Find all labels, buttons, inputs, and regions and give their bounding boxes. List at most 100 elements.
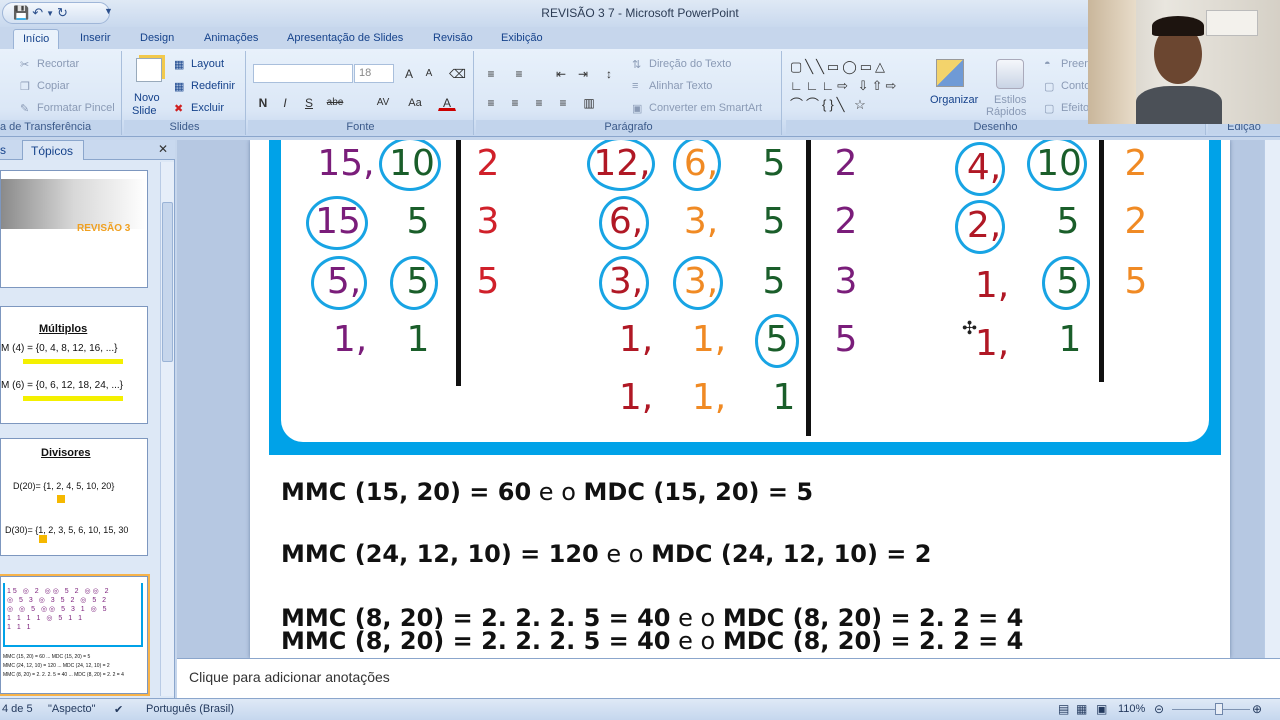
shape-outline-label: Conto [1061, 80, 1091, 92]
slide-sorter-icon[interactable]: ▦ [1076, 702, 1087, 716]
copy-button[interactable]: ❐ Copiar [20, 80, 69, 94]
numbering-icon[interactable]: ≡ [510, 64, 528, 82]
quick-styles-button-2[interactable]: Rápidos [986, 106, 1026, 118]
shape-outline-button[interactable]: ▢ Conto [1044, 80, 1091, 93]
bullets-icon[interactable]: ≡ [482, 64, 500, 82]
new-slide-dropdown[interactable]: Slide [132, 105, 156, 117]
slide-thumbnail-2[interactable]: Múltiplos M (4) = {0, 4, 8, 12, 16, ...}… [0, 306, 148, 424]
slide-thumbnail-4[interactable]: 15 ◎ 2 ◎◎ 5 2 ◎◎ 2 ◎ 5 3 ◎ 3 5 2 ◎ 5 2 ◎ ◎… [0, 574, 150, 696]
slide-canvas: 15, 10 15 5 5, 5 1, 1 2 3 5 12, 6, 5 6, … [250, 140, 1230, 658]
clear-format-icon[interactable]: ⌫ [448, 64, 466, 82]
copy-icon: ❐ [20, 81, 30, 94]
slides-pane-scroll-thumb[interactable] [162, 202, 173, 362]
close-pane-icon[interactable]: ✕ [158, 142, 168, 156]
decrease-indent-icon[interactable]: ⇤ [552, 64, 570, 82]
slide-thumbnail-3[interactable]: Divisores D(20)= {1, 2, 4, 5, 10, 20} D(… [0, 438, 148, 556]
align-left-icon[interactable]: ≡ [482, 93, 500, 111]
align-center-icon[interactable]: ≡ [506, 93, 524, 111]
thumb-4-eqs: MMC (15, 20) = 60 ... MDC (15, 20) = 5 MM… [3, 654, 124, 678]
strikethrough-button[interactable]: abe [322, 93, 348, 111]
columns-icon[interactable]: ▥ [580, 93, 598, 111]
smartart-label: Converter em SmartArt [649, 102, 763, 114]
zoom-in-icon[interactable]: ⊕ [1252, 702, 1262, 716]
grow-font-icon[interactable]: A [400, 64, 418, 82]
zoom-slider-thumb[interactable] [1215, 703, 1223, 715]
align-text-icon: ≡ [632, 80, 639, 93]
font-name-input[interactable] [253, 64, 353, 83]
text-direction-button[interactable]: ⇅ Direção do Texto [632, 58, 732, 71]
new-slide-button[interactable]: Novo [134, 92, 160, 104]
number: 5 [765, 319, 789, 360]
italic-button[interactable]: I [276, 93, 294, 111]
tab-revisao[interactable]: Revisão [433, 29, 473, 49]
underline-button[interactable]: S [300, 93, 318, 111]
status-bar: 4 de 5 "Aspecto" ✔ Português (Brasil) ▤ … [0, 698, 1280, 720]
normal-view-icon[interactable]: ▤ [1058, 702, 1069, 716]
divisor: 3 [476, 201, 500, 242]
mmc-result-3-dup: MMC (8, 20) = 2. 2. 2. 5 = 40 [281, 627, 671, 655]
number: 12, [593, 143, 651, 184]
align-right-icon[interactable]: ≡ [530, 93, 548, 111]
webcam-overlay [1088, 0, 1280, 124]
cut-button[interactable]: ✂ Recortar [20, 58, 79, 71]
tab-inicio[interactable]: Início [13, 29, 60, 49]
shape-effects-label: Efeito [1061, 102, 1090, 114]
number: 5 [762, 261, 786, 302]
tab-design[interactable]: Design [140, 29, 174, 49]
zoom-out-icon[interactable]: ⊝ [1154, 702, 1164, 716]
spellcheck-icon[interactable]: ✔ [114, 703, 123, 716]
zoom-level[interactable]: 110% [1118, 703, 1145, 715]
thumb-2-title: Múltiplos [39, 323, 88, 335]
smartart-button[interactable]: ▣ Converter em SmartArt [632, 102, 763, 115]
tab-apresentacao[interactable]: Apresentação de Slides [287, 29, 403, 49]
shrink-font-icon[interactable]: A [420, 64, 438, 82]
tab-inserir[interactable]: Inserir [80, 29, 111, 49]
arrange-button[interactable]: Organizar [930, 94, 978, 106]
slideshow-icon[interactable]: ▣ [1096, 702, 1107, 716]
number: 1, [332, 319, 368, 360]
layout-button[interactable]: ▦ Layout [174, 58, 224, 71]
format-painter-button[interactable]: ✎ Formatar Pincel [20, 102, 115, 116]
editor-scrollbar[interactable] [1264, 140, 1280, 658]
mdc-result-2: MDC (24, 12, 10) = 2 [651, 540, 932, 568]
move-cursor-icon: ✣ [962, 318, 978, 338]
thumb-4-digits: 15 ◎ 2 ◎◎ 5 2 ◎◎ 2 ◎ 5 3 ◎ 3 5 2 ◎ 5 2 ◎ ◎… [7, 588, 111, 631]
font-size-input[interactable]: 18 [354, 64, 394, 83]
slides-group: Novo Slide ▦ Layout ▦ Redefinir ✖ Excluir S… [124, 51, 246, 135]
new-slide-icon [136, 58, 162, 82]
shape-fill-label: Preen [1061, 58, 1091, 70]
delete-slide-button[interactable]: ✖ Excluir [174, 102, 224, 115]
tab-animacoes[interactable]: Animações [204, 29, 258, 49]
font-group: 18 A A ⌫ N I S abe AV Aa A Fonte [248, 51, 474, 135]
divisor: 3 [834, 261, 858, 302]
notes-placeholder[interactable]: Clique para adicionar anotações [189, 669, 390, 685]
language-indicator[interactable]: Português (Brasil) [146, 703, 234, 715]
tab-outline[interactable]: Tópicos [22, 140, 85, 160]
slide-thumbnail-1[interactable]: REVISÃO 3 [0, 170, 148, 288]
divisor: 2 [476, 143, 500, 184]
brush-icon: ✎ [20, 103, 30, 116]
equation-3-duplicate: MMC (8, 20) = 2. 2. 2. 5 = 40 e o MDC (8… [281, 627, 1023, 655]
equation-1: MMC (15, 20) = 60 e o MDC (15, 20) = 5 [281, 478, 813, 506]
font-color-button[interactable]: A [438, 93, 456, 111]
char-spacing-button[interactable]: AV [372, 93, 394, 111]
slides-pane-scrollbar[interactable] [160, 162, 174, 696]
text-direction-label: Direção do Texto [649, 58, 732, 70]
notes-pane[interactable]: Clique para adicionar anotações [177, 658, 1280, 698]
bold-button[interactable]: N [254, 93, 272, 111]
zoom-slider[interactable] [1172, 709, 1250, 710]
justify-icon[interactable]: ≡ [554, 93, 572, 111]
tab-exibicao[interactable]: Exibição [501, 29, 543, 49]
align-text-button[interactable]: ≡ Alinhar Texto [632, 80, 712, 92]
quick-styles-icon [996, 59, 1024, 89]
reset-button[interactable]: ▦ Redefinir [174, 80, 235, 93]
change-case-button[interactable]: Aa [404, 93, 426, 111]
shape-effects-button[interactable]: ▢ Efeito [1044, 102, 1090, 115]
thumb-2-highlight-2 [23, 396, 123, 401]
shapes-gallery[interactable]: ▢╲╲▭◯▭△ ∟∟∟⇨ ⇩⇧⇨ ⌒⌒{}╲ ☆ [790, 57, 914, 113]
tab-slides[interactable]: s [0, 143, 6, 157]
line-spacing-icon[interactable]: ↕ [600, 64, 618, 82]
quick-styles-button[interactable]: Estilos [994, 94, 1026, 106]
increase-indent-icon[interactable]: ⇥ [574, 64, 592, 82]
shape-fill-button[interactable]: ◓ Preen [1044, 58, 1090, 70]
